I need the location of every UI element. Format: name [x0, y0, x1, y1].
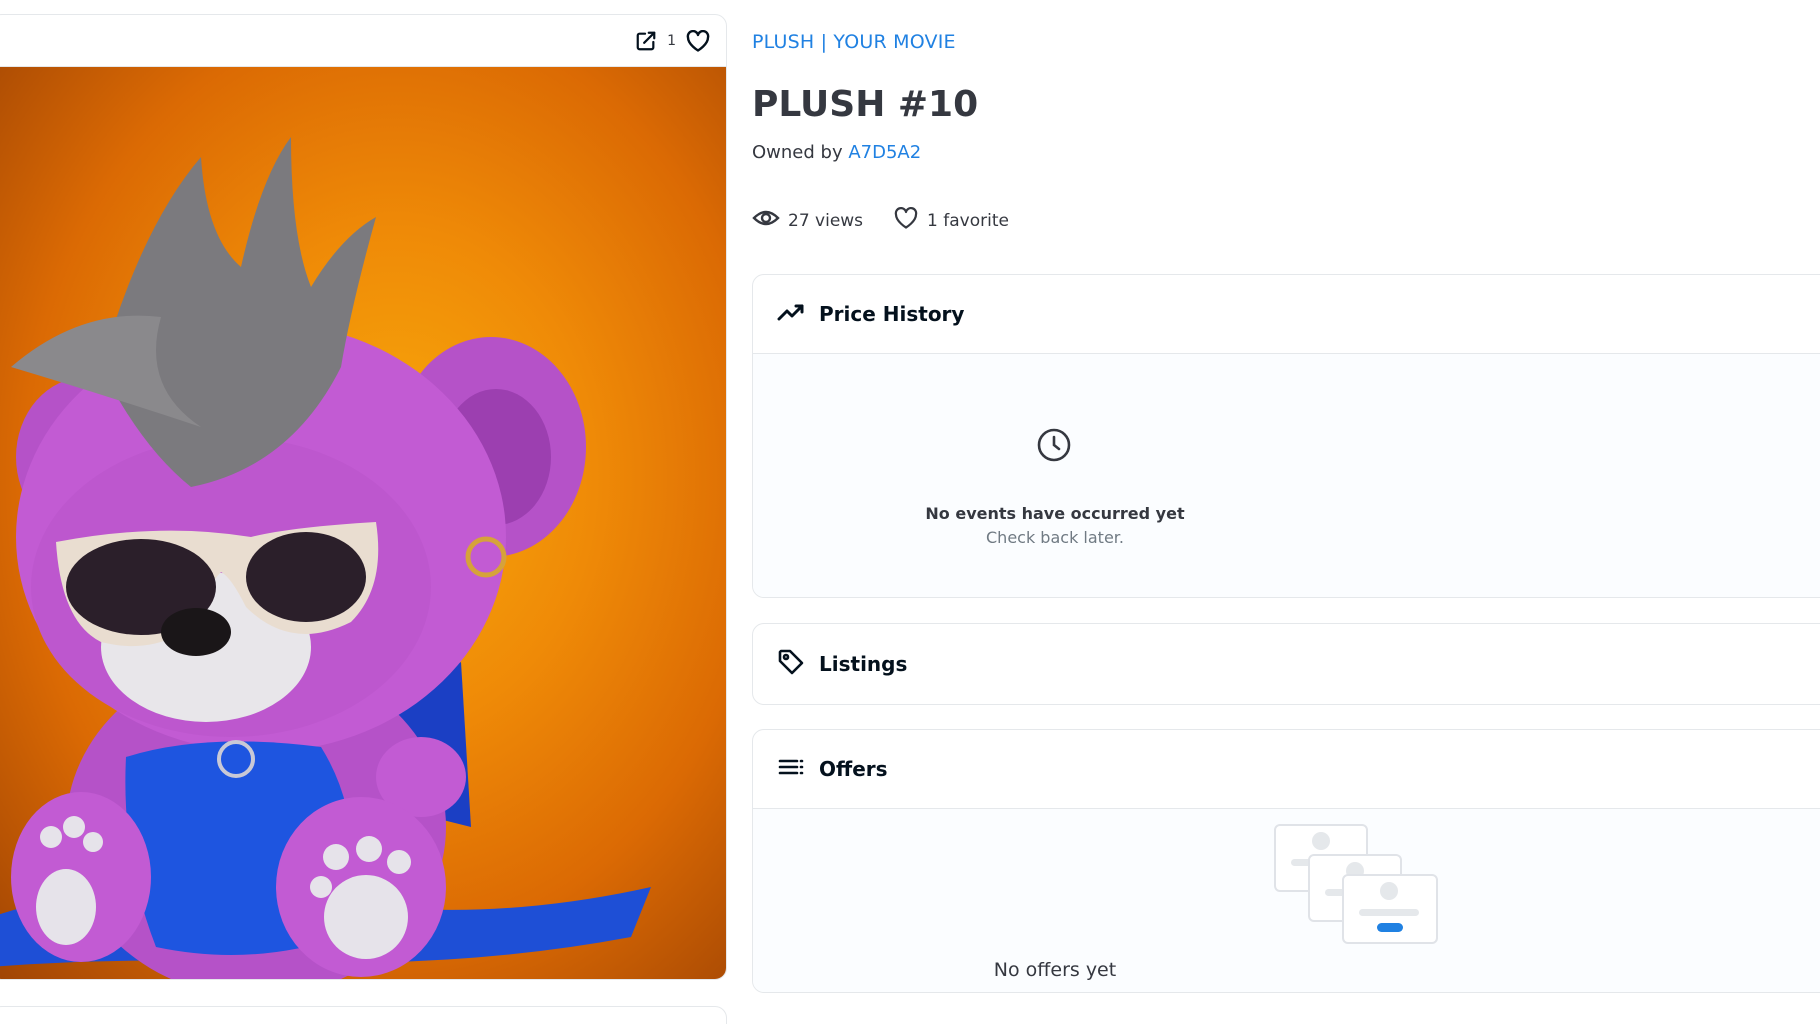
nft-image[interactable] [0, 67, 726, 979]
listings-panel: Listings [752, 623, 1820, 705]
list-icon [777, 757, 805, 782]
clock-icon [1036, 427, 1072, 467]
listings-header[interactable]: Listings [753, 624, 1820, 704]
price-history-panel: Price History No events have occurred ye… [752, 274, 1820, 598]
no-offers-text: No offers yet [993, 959, 1117, 981]
favorites-count: 1 favorite [927, 210, 1009, 231]
item-image-card: 1 [0, 14, 727, 980]
collection-link[interactable]: PLUSH | YOUR MOVIE [752, 31, 956, 53]
heart-icon[interactable] [686, 29, 710, 52]
offers-header[interactable]: Offers [753, 730, 1820, 808]
tag-icon [777, 648, 805, 681]
price-history-header[interactable]: Price History [753, 275, 1820, 353]
owner-row: Owned by A7D5A2 [752, 142, 921, 163]
check-back-text: Check back later. [986, 528, 1124, 547]
listings-title: Listings [819, 652, 908, 676]
offers-body: No offers yet [753, 808, 1820, 992]
external-link-icon[interactable] [635, 30, 657, 52]
no-events-text: No events have occurred yet [925, 504, 1185, 523]
favorites-stat: 1 favorite [893, 207, 1009, 234]
item-title: PLUSH #10 [752, 84, 979, 125]
price-history-body: No events have occurred yet Check back l… [753, 353, 1820, 597]
views-stat: 27 views [752, 208, 863, 233]
empty-offers-illustration [1273, 823, 1443, 952]
item-details-card [0, 1006, 727, 1024]
eye-icon [752, 208, 780, 233]
trending-up-icon [777, 302, 805, 327]
item-stats: 27 views 1 favorite [752, 207, 1009, 234]
offers-panel: Offers No offers yet [752, 729, 1820, 993]
owner-label: Owned by [752, 142, 843, 163]
heart-outline-icon [893, 207, 919, 234]
price-history-title: Price History [819, 302, 965, 326]
plush-bear-illustration [0, 137, 651, 979]
nft-item-page: 1 PLUSH | YOUR MOVIE PLUSH #10 Owned by … [0, 0, 1820, 1024]
owner-link[interactable]: A7D5A2 [848, 142, 921, 163]
favorite-count: 1 [667, 32, 676, 49]
views-count: 27 views [788, 210, 864, 231]
image-card-header: 1 [0, 15, 726, 67]
offers-title: Offers [819, 757, 888, 781]
